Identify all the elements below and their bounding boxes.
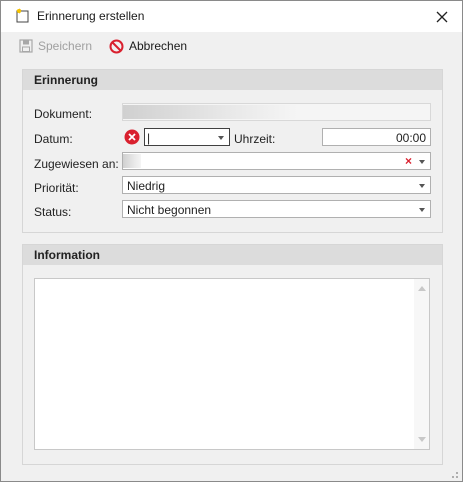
- information-group-header: Information: [23, 245, 442, 265]
- status-select[interactable]: Nicht begonnen: [122, 200, 431, 218]
- time-input-value: 00:00: [395, 131, 426, 145]
- title-bar: Erinnerung erstellen: [1, 1, 462, 32]
- status-select-value: Nicht begonnen: [127, 203, 212, 217]
- cancel-button[interactable]: Abbrechen: [109, 38, 187, 54]
- toolbar: Speichern Abbrechen: [1, 32, 462, 60]
- reminder-group-title: Erinnerung: [34, 73, 99, 87]
- save-button[interactable]: Speichern: [19, 38, 92, 54]
- window-title: Erinnerung erstellen: [37, 9, 145, 23]
- date-input[interactable]: |: [144, 128, 230, 146]
- assigned-dropdown-arrow-icon[interactable]: [419, 160, 425, 164]
- dialog-window: Erinnerung erstellen Speichern Abbrechen: [0, 0, 463, 482]
- close-button[interactable]: [422, 1, 462, 32]
- status-dropdown-arrow-icon[interactable]: [419, 208, 425, 212]
- close-icon: [436, 11, 448, 23]
- status-label: Status:: [34, 205, 72, 219]
- assigned-to-combo[interactable]: ×: [122, 152, 431, 170]
- assigned-to-value-redacted: [123, 154, 141, 168]
- scroll-down-icon[interactable]: [418, 437, 426, 442]
- time-input[interactable]: 00:00: [322, 128, 431, 146]
- date-label: Datum:: [34, 132, 73, 146]
- date-input-value: |: [147, 131, 151, 145]
- cancel-button-label: Abbrechen: [129, 39, 188, 53]
- error-icon: [124, 129, 140, 148]
- information-textarea[interactable]: [34, 278, 430, 450]
- time-label: Uhrzeit:: [234, 132, 276, 146]
- priority-select[interactable]: Niedrig: [122, 176, 431, 194]
- save-icon: [19, 39, 33, 53]
- priority-dropdown-arrow-icon[interactable]: [419, 184, 425, 188]
- resize-grip-icon[interactable]: [449, 468, 459, 478]
- save-button-label: Speichern: [38, 39, 93, 53]
- scroll-up-icon[interactable]: [418, 286, 426, 291]
- cancel-icon: [109, 39, 124, 53]
- document-field: [122, 103, 431, 121]
- reminder-group-header: Erinnerung: [23, 70, 442, 90]
- priority-select-value: Niedrig: [127, 179, 166, 193]
- priority-label: Priorität:: [34, 181, 79, 195]
- date-dropdown-arrow-icon[interactable]: [218, 136, 224, 140]
- information-group-title: Information: [34, 248, 100, 262]
- document-value-redacted: [123, 105, 298, 119]
- reminder-group: Erinnerung Dokument: Datum: | Uhrzeit: 0…: [22, 69, 443, 233]
- assigned-to-label: Zugewiesen an:: [34, 157, 119, 171]
- vertical-scrollbar[interactable]: [414, 279, 429, 449]
- reminder-app-icon: [15, 8, 30, 23]
- document-label: Dokument:: [34, 107, 93, 121]
- clear-x-icon[interactable]: ×: [405, 154, 412, 168]
- information-group: Information: [22, 244, 443, 465]
